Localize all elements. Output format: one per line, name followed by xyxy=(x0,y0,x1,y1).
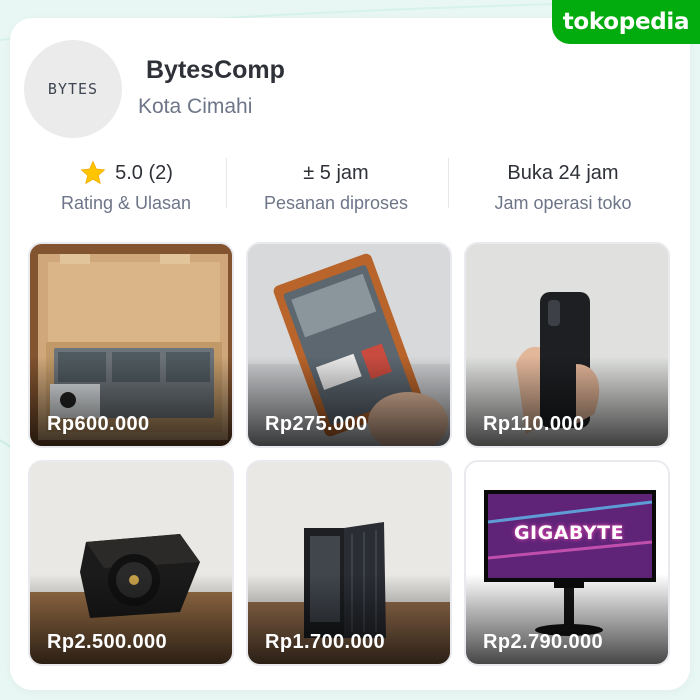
avatar-text: BYTES xyxy=(47,80,99,98)
product-price: Rp2.790.000 xyxy=(483,631,604,653)
shop-stats: 5.0 (2) Rating & Ulasan ± 5 jam Pesanan … xyxy=(0,158,700,218)
product-card[interactable]: Rp2.500.000 xyxy=(28,460,234,666)
hours-value: Buka 24 jam xyxy=(507,161,619,184)
shop-name[interactable]: BytesComp xyxy=(146,56,285,85)
rating-label: Rating & Ulasan xyxy=(60,193,192,213)
hours-label: Jam operasi toko xyxy=(494,193,632,213)
product-card[interactable]: Rp600.000 xyxy=(28,242,234,448)
product-price: Rp110.000 xyxy=(483,413,585,435)
product-card[interactable]: Rp110.000 xyxy=(464,242,670,448)
stat-hours: Buka 24 jam Jam operasi toko xyxy=(458,158,668,214)
product-card[interactable]: Rp275.000 xyxy=(246,242,452,448)
processing-label: Pesanan diproses xyxy=(263,193,409,213)
shop-city: Kota Cimahi xyxy=(138,95,253,118)
stat-divider xyxy=(448,158,449,208)
stat-rating[interactable]: 5.0 (2) Rating & Ulasan xyxy=(36,158,216,214)
product-price: Rp1.700.000 xyxy=(265,631,386,653)
stat-divider xyxy=(226,158,227,208)
processing-value: ± 5 jam xyxy=(303,161,369,184)
shop-avatar[interactable]: BYTES xyxy=(24,40,122,138)
stat-processing: ± 5 jam Pesanan diproses xyxy=(236,158,436,214)
brand-name: tokopedia xyxy=(562,9,690,35)
rating-value: 5.0 (2) xyxy=(115,161,173,184)
product-card[interactable]: Rp1.700.000 xyxy=(246,460,452,666)
star-icon xyxy=(80,160,106,185)
product-price: Rp275.000 xyxy=(265,413,368,435)
tokopedia-logo: tokopedia xyxy=(552,0,700,44)
product-card[interactable]: GIGABYTE Rp2.790.000 xyxy=(464,460,670,666)
product-price: Rp2.500.000 xyxy=(47,631,168,653)
product-price: Rp600.000 xyxy=(47,413,150,435)
monitor-brand-text: GIGABYTE xyxy=(513,522,625,544)
